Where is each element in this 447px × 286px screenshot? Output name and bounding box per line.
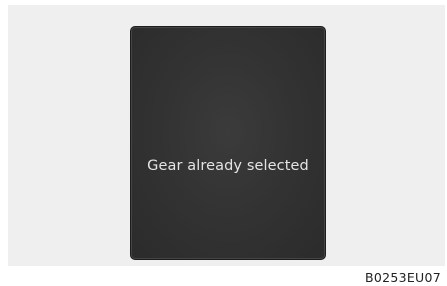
cluster-display: Gear already selected	[130, 26, 326, 260]
figure-code: B0253EU07	[364, 270, 441, 285]
gear-message: Gear already selected	[147, 158, 309, 174]
